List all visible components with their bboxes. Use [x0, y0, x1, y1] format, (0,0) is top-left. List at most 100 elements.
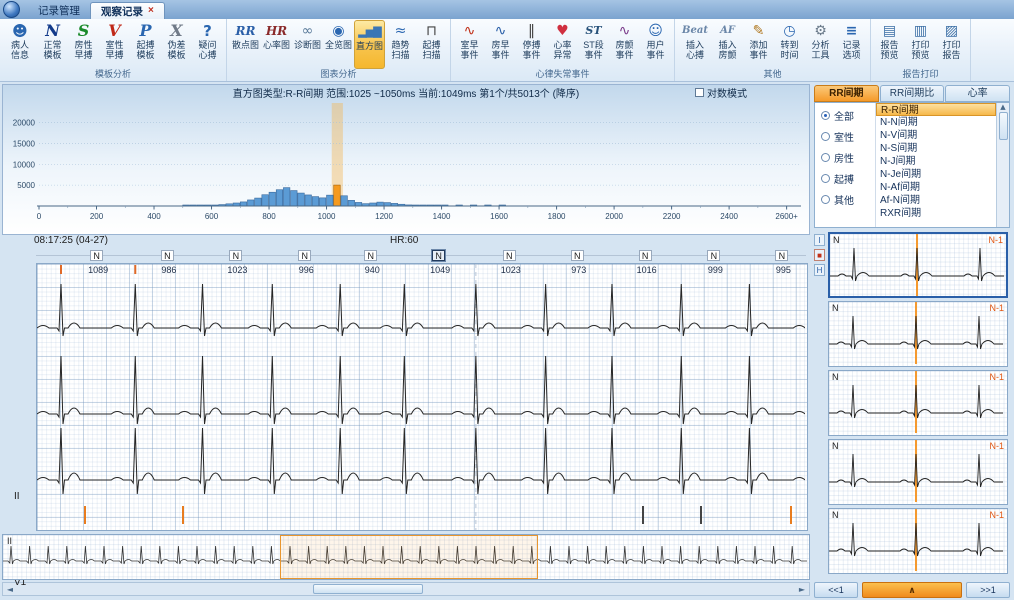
scrollbar-track[interactable]	[17, 583, 795, 595]
preview-tool-lead-icon[interactable]: I	[814, 234, 825, 246]
list-scrollbar[interactable]: ▲	[996, 103, 1009, 227]
svg-text:1200: 1200	[375, 212, 393, 221]
ribbon-button-analysis-tools[interactable]: ⚙分析 工具	[805, 20, 836, 69]
prev-page-button[interactable]: <<1	[814, 582, 858, 598]
horizontal-scrollbar[interactable]: ◄ ►	[2, 582, 810, 596]
beat-annotation[interactable]: N	[90, 250, 103, 261]
ribbon-button-atrial-template[interactable]: S房性 早搏	[68, 20, 99, 69]
tab-record-management[interactable]: 记录管理	[28, 2, 90, 19]
ribbon-button-print-preview[interactable]: ▥打印 预览	[905, 20, 936, 69]
ribbon-button-st-event[interactable]: STST段 事件	[578, 20, 609, 69]
tab-rr-ratio[interactable]: RR间期比	[880, 85, 945, 102]
histogram-plot[interactable]: 5000100001500020000020040060080010001200…	[3, 100, 809, 234]
ribbon-button-trend-scan[interactable]: ≈趋势 扫描	[385, 20, 416, 69]
ribbon-button-print-report[interactable]: ▨打印 报告	[936, 20, 967, 69]
ecg-strip-panel[interactable]: 10899861023996940104910239731016999995	[36, 263, 808, 531]
close-tab-icon[interactable]: ×	[148, 6, 154, 16]
ribbon-toolbar: ☻病人 信息 N正常 模板 S房性 早搏 V室性 早搏 P起搏 模板 X伪差 模…	[0, 19, 1014, 82]
radio-other[interactable]: 其他	[821, 192, 875, 207]
interval-list-item[interactable]: N-S间期	[876, 142, 996, 155]
beat-annotation[interactable]: N	[161, 250, 174, 261]
beat-annotation[interactable]: N	[298, 250, 311, 261]
ribbon-button-question-template[interactable]: ?疑问 心搏	[192, 20, 223, 69]
interval-list-item[interactable]: R-R间期	[876, 103, 996, 116]
tab-rr-interval[interactable]: RR间期	[814, 85, 879, 102]
svg-text:400: 400	[147, 212, 161, 221]
interval-list-item[interactable]: RXR间期	[876, 207, 996, 220]
svg-text:2400: 2400	[720, 212, 738, 221]
ribbon-button-apc-event[interactable]: ∿房早 事件	[485, 20, 516, 69]
interval-list-item[interactable]: N-V间期	[876, 129, 996, 142]
ribbon-button-pace-scan[interactable]: ⊓起搏 扫描	[416, 20, 447, 69]
ribbon-button-report-preview[interactable]: ▤报告 预览	[874, 20, 905, 69]
beat-annotation[interactable]: N	[707, 250, 720, 261]
beat-preview-item[interactable]: N N-1	[828, 370, 1008, 436]
ribbon-button-label: 伪差 模板	[167, 40, 185, 60]
scroll-up-icon[interactable]: ▲	[1000, 103, 1005, 111]
preview-tool-scale-icon[interactable]: H	[814, 264, 825, 276]
beat-annotation[interactable]: N	[503, 250, 516, 261]
ribbon-button-af-event[interactable]: ∿房颤 事件	[609, 20, 640, 69]
histogram-icon: ▂▅▇	[358, 22, 380, 41]
app-menu-button[interactable]	[3, 1, 20, 18]
beat-preview-item[interactable]: N N-1	[828, 301, 1008, 367]
interval-list-item[interactable]: N-Af间期	[876, 181, 996, 194]
interval-list-item[interactable]: N-N间期	[876, 116, 996, 129]
overview-selection[interactable]	[280, 535, 537, 579]
ribbon-button-record-options[interactable]: ≡记录 选项	[836, 20, 867, 69]
beat-annotation[interactable]: N	[432, 250, 445, 261]
preview-tool-mark-icon[interactable]: ■	[814, 249, 825, 261]
ribbon-button-diagnosis-chart[interactable]: ∞诊断图	[292, 20, 323, 69]
beat-annotation[interactable]: N	[775, 250, 788, 261]
radio-atrial[interactable]: 房性	[821, 150, 875, 165]
beat-annotation[interactable]: N	[364, 250, 377, 261]
interval-list-item[interactable]: N-J间期	[876, 155, 996, 168]
interval-tabs: RR间期 RR间期比 心率	[814, 84, 1010, 102]
ribbon-button-normal-template[interactable]: N正常 模板	[37, 20, 68, 69]
ribbon-button-add-event[interactable]: ✎添加 事件	[743, 20, 774, 69]
ribbon-button-paced-template[interactable]: P起搏 模板	[130, 20, 161, 69]
radio-ventricular[interactable]: 室性	[821, 129, 875, 144]
overview-chart-icon: ◉	[332, 21, 344, 40]
ribbon-button-pvc-event[interactable]: ∿室早 事件	[454, 20, 485, 69]
rr-interval-value: 1016	[627, 265, 667, 275]
ribbon-button-ventricular-template[interactable]: V室性 早搏	[99, 20, 130, 69]
ribbon-button-insert-beat[interactable]: Beat插入 心搏	[678, 20, 712, 69]
ribbon-button-patient-info[interactable]: ☻病人 信息	[3, 20, 37, 69]
ribbon-button-user-event[interactable]: ☺用户 事件	[640, 20, 671, 69]
radio-icon	[821, 174, 830, 183]
expand-button[interactable]: ∧	[862, 582, 962, 598]
ribbon-button-goto-time[interactable]: ◷转到 时间	[774, 20, 805, 69]
tab-heart-rate[interactable]: 心率	[945, 85, 1010, 102]
scrollbar-thumb[interactable]	[313, 584, 423, 594]
beat-annotation[interactable]: N	[571, 250, 584, 261]
beat-annotation[interactable]: N	[639, 250, 652, 261]
tab-observe-record[interactable]: 观察记录 ×	[90, 2, 165, 19]
ribbon-button-overview-chart[interactable]: ◉全览图	[323, 20, 354, 69]
interval-list-item[interactable]: N-Je间期	[876, 168, 996, 181]
ribbon-button-scatter-plot[interactable]: RR散点图	[230, 20, 261, 69]
beat-preview-item[interactable]: N N-1	[828, 508, 1008, 574]
beat-annotation[interactable]: N	[229, 250, 242, 261]
ribbon-button-hr-abnormal-event[interactable]: ♥心率 异常	[547, 20, 578, 69]
beat-preview-item[interactable]: N N-1	[828, 232, 1008, 298]
next-page-button[interactable]: >>1	[966, 582, 1010, 598]
overview-strip[interactable]: II	[2, 534, 810, 580]
svg-text:2600+: 2600+	[775, 212, 798, 221]
preview-nav: <<1 ∧ >>1	[814, 580, 1010, 599]
ribbon-button-artifact-template[interactable]: X伪差 模板	[161, 20, 192, 69]
svg-text:1600: 1600	[490, 212, 508, 221]
ribbon-button-hr-chart[interactable]: HR心率图	[261, 20, 292, 69]
ribbon-button-pause-event[interactable]: ‖停搏 事件	[516, 20, 547, 69]
list-scrollbar-thumb[interactable]	[999, 112, 1008, 140]
ribbon-button-insert-af[interactable]: AF插入 房颤	[712, 20, 743, 69]
log-mode-checkbox[interactable]: 对数模式	[695, 85, 747, 100]
ribbon-button-histogram[interactable]: ▂▅▇直方图	[354, 20, 385, 69]
radio-all[interactable]: 全部	[821, 108, 875, 123]
interval-list-item[interactable]: Af-N间期	[876, 194, 996, 207]
preview-beat-label: N	[832, 441, 839, 451]
beat-preview-item[interactable]: N N-1	[828, 439, 1008, 505]
radio-paced[interactable]: 起搏	[821, 171, 875, 186]
scroll-right-icon[interactable]: ►	[795, 585, 809, 594]
ribbon-button-label: 诊断图	[294, 40, 321, 50]
